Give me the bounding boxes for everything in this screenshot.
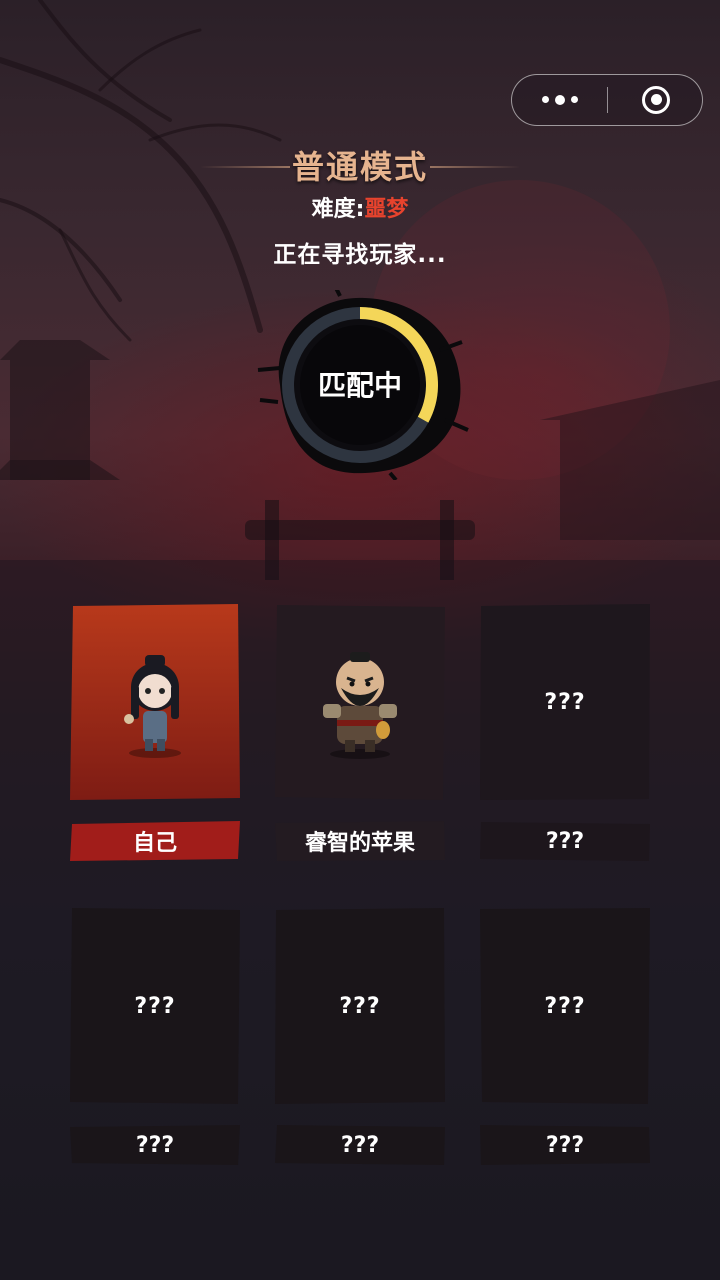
player-name-label: ???	[135, 1132, 175, 1158]
player-card-3[interactable]: ???	[480, 604, 650, 800]
player-name-3: ???	[480, 821, 650, 861]
title-ornament-left	[200, 166, 290, 168]
unknown-player-card-label: ???	[544, 993, 586, 1019]
player-name-label: ???	[545, 828, 585, 854]
difficulty-row: 难度:噩梦	[0, 196, 720, 224]
matching-label: 匹配中	[317, 369, 402, 402]
difficulty-label: 难度:	[311, 197, 365, 222]
more-dots-icon-center	[555, 94, 565, 105]
player-name-6: ???	[480, 1125, 650, 1165]
unknown-player-card-label: ???	[134, 993, 176, 1019]
mini-program-capsule	[511, 74, 703, 126]
title-ornament-right	[430, 166, 520, 168]
player-card-5[interactable]: ???	[275, 908, 445, 1104]
player-card-4[interactable]: ???	[70, 908, 240, 1104]
more-dots-icon	[542, 96, 549, 103]
more-dots-icon-right	[571, 96, 578, 103]
player-name-self: 自己	[70, 821, 240, 861]
close-target-icon	[642, 85, 670, 114]
player-name-5: ???	[275, 1125, 445, 1165]
player-name-label: 睿智的苹果	[304, 831, 415, 856]
player-name-label: ???	[545, 1132, 585, 1158]
difficulty-value: 噩梦	[364, 197, 409, 222]
player-card-6[interactable]: ???	[480, 908, 650, 1104]
close-target-icon-dot	[650, 94, 662, 105]
player-name-4: ???	[70, 1125, 240, 1165]
warrior-character-avatar	[323, 652, 397, 759]
unknown-player-card-label: ???	[544, 689, 586, 715]
close-button[interactable]	[608, 75, 704, 124]
mode-title-wrap: 普通模式	[180, 145, 540, 189]
player-name-2: 睿智的苹果	[275, 821, 445, 861]
unknown-player-card-label: ???	[339, 993, 381, 1019]
player-card-self[interactable]	[70, 604, 240, 800]
player-name-label: ???	[340, 1132, 380, 1158]
player-name-label: 自己	[132, 831, 177, 856]
girl-character-avatar	[124, 655, 181, 758]
status-text: 正在寻找玩家...	[273, 242, 447, 268]
player-card-2[interactable]	[275, 604, 445, 800]
more-button[interactable]	[512, 75, 608, 124]
